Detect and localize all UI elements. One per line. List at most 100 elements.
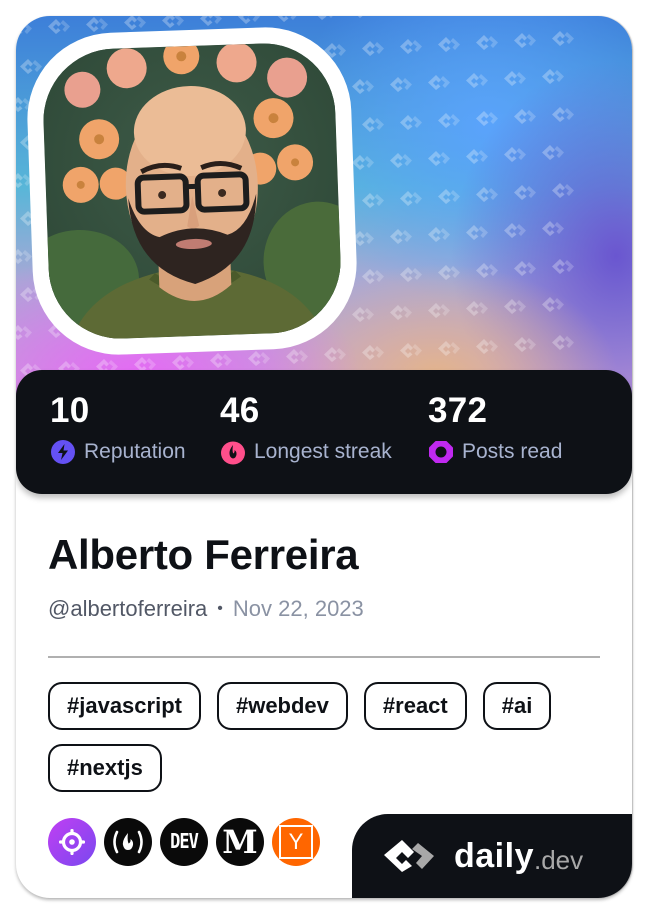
pattern-logo-icon xyxy=(466,301,488,316)
pattern-logo-icon xyxy=(552,107,574,122)
pattern-logo-icon xyxy=(438,265,460,280)
pattern-logo-icon xyxy=(286,349,308,364)
pattern-logo-icon xyxy=(400,343,422,358)
source-crosshair[interactable] xyxy=(48,818,96,866)
pattern-logo-icon xyxy=(552,335,574,350)
tag-webdev[interactable]: #webdev xyxy=(216,682,348,730)
pattern-logo-icon xyxy=(552,259,574,274)
tag-javascript[interactable]: #javascript xyxy=(48,682,201,730)
stat-longest-streak: 46 Longest streak xyxy=(220,390,392,466)
pattern-logo-icon xyxy=(162,16,184,28)
avatar-image xyxy=(41,40,343,342)
pattern-logo-icon xyxy=(124,16,146,30)
pattern-logo-icon xyxy=(428,151,450,166)
source-dev-to[interactable]: DEV xyxy=(160,818,208,866)
pattern-logo-icon xyxy=(200,16,222,26)
pattern-logo-icon xyxy=(476,35,498,50)
brand-dev: .dev xyxy=(533,844,584,875)
pattern-logo-icon xyxy=(504,147,526,162)
pattern-logo-icon xyxy=(552,183,574,198)
flame-brackets-icon xyxy=(113,830,143,854)
cover-banner xyxy=(16,16,632,396)
dev-icon: DEV xyxy=(170,830,199,854)
source-medium[interactable]: M xyxy=(216,818,264,866)
joined-date: Nov 22, 2023 xyxy=(232,596,364,621)
pattern-logo-icon xyxy=(466,73,488,88)
pattern-logo-icon xyxy=(466,225,488,240)
tag-ai[interactable]: #ai xyxy=(482,682,552,730)
daily-dev-logo-icon xyxy=(384,840,434,872)
tag-nextjs[interactable]: #nextjs xyxy=(48,744,162,792)
pattern-logo-icon xyxy=(476,339,498,354)
pattern-logo-icon xyxy=(210,353,232,368)
tag-list: #javascript #webdev #react #ai #nextjs xyxy=(48,682,588,792)
y-icon: Y xyxy=(288,829,304,854)
pattern-logo-icon xyxy=(542,297,564,312)
pattern-logo-icon xyxy=(357,16,363,18)
pattern-logo-icon xyxy=(390,153,412,168)
pattern-logo-icon xyxy=(476,263,498,278)
stat-value: 372 xyxy=(428,391,488,430)
stat-reputation: 10 Reputation xyxy=(50,390,186,466)
avatar-frame xyxy=(24,24,360,358)
profile-name: Alberto Ferreira xyxy=(48,531,359,578)
pattern-logo-icon xyxy=(400,39,422,54)
pattern-logo-icon xyxy=(400,191,422,206)
medium-icon: M xyxy=(222,823,258,861)
pattern-logo-icon xyxy=(362,345,384,360)
devcard: 10 Reputation 46 Longest streak 372 Post… xyxy=(16,16,632,898)
pattern-logo-icon xyxy=(514,337,536,352)
pattern-logo-icon xyxy=(514,185,536,200)
pattern-logo-icon xyxy=(504,299,526,314)
stat-posts-read: 372 Posts read xyxy=(428,390,562,466)
pattern-logo-icon xyxy=(20,59,42,74)
pattern-logo-icon xyxy=(552,31,574,46)
source-freecodecamp[interactable] xyxy=(104,818,152,866)
pattern-logo-icon xyxy=(476,187,498,202)
tag-react[interactable]: #react xyxy=(363,682,467,730)
pattern-logo-icon xyxy=(48,19,70,34)
pattern-logo-icon xyxy=(504,71,526,86)
pattern-logo-icon xyxy=(438,37,460,52)
divider xyxy=(48,656,600,658)
pattern-logo-icon xyxy=(362,269,384,284)
pattern-logo-icon xyxy=(428,75,450,90)
pattern-logo-icon xyxy=(172,355,194,370)
pattern-logo-icon xyxy=(16,249,32,264)
pattern-logo-icon xyxy=(400,115,422,130)
pattern-logo-icon xyxy=(362,193,384,208)
pattern-logo-icon xyxy=(542,221,564,236)
pattern-logo-icon xyxy=(542,145,564,160)
brand-daily: daily xyxy=(454,836,534,875)
lightning-icon xyxy=(51,440,75,464)
stats-bar: 10 Reputation 46 Longest streak 372 Post… xyxy=(16,370,632,494)
profile-handle: @albertoferreira xyxy=(48,596,208,621)
pattern-logo-icon xyxy=(542,69,564,84)
flame-icon xyxy=(221,441,245,465)
stat-value: 46 xyxy=(220,391,260,430)
pattern-logo-icon xyxy=(514,109,536,124)
pattern-logo-icon xyxy=(438,189,460,204)
pattern-logo-icon xyxy=(324,347,346,362)
stat-label: Posts read xyxy=(462,440,563,463)
avatar xyxy=(41,40,343,342)
pattern-logo-icon xyxy=(362,117,384,132)
pattern-logo-icon xyxy=(428,303,450,318)
ring-icon xyxy=(429,441,453,463)
source-hacker-news[interactable]: Y xyxy=(272,818,320,866)
pattern-logo-icon xyxy=(390,229,412,244)
pattern-logo-icon xyxy=(428,227,450,242)
stat-label: Reputation xyxy=(84,440,186,463)
pattern-logo-icon xyxy=(16,21,32,36)
pattern-logo-icon xyxy=(504,223,526,238)
daily-dev-brand: daily .dev xyxy=(352,814,632,898)
pattern-logo-icon xyxy=(390,77,412,92)
pattern-logo-icon xyxy=(277,16,297,22)
pattern-logo-icon xyxy=(362,41,384,56)
pattern-logo-icon xyxy=(16,325,32,340)
stat-value: 10 xyxy=(50,391,90,430)
pattern-logo-icon xyxy=(352,307,374,322)
crosshair-icon xyxy=(59,829,85,855)
pattern-logo-icon xyxy=(390,305,412,320)
pattern-logo-icon xyxy=(476,111,498,126)
